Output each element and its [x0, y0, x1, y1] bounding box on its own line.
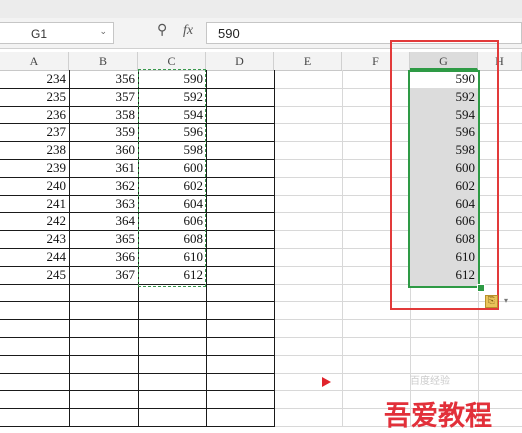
cell-b12[interactable]: 367: [69, 266, 138, 283]
hline-row-19: [0, 408, 275, 409]
cell-b10[interactable]: 365: [69, 230, 138, 247]
hline-row-16-light: [275, 355, 522, 356]
copy-marquee-c: [138, 69, 206, 287]
cell-a6[interactable]: 239: [0, 159, 69, 176]
fx-icon[interactable]: fx: [183, 23, 193, 39]
hline-row-17-light: [275, 373, 522, 374]
cell-b1[interactable]: 356: [69, 70, 138, 87]
hline-row-13: [0, 301, 275, 302]
zoom-icon[interactable]: ⚲: [157, 22, 167, 38]
paste-options-icon[interactable]: ⎘: [485, 295, 498, 308]
hline-row-14: [0, 319, 275, 320]
play-marker-icon: [322, 377, 331, 387]
column-header-e[interactable]: E: [274, 52, 342, 70]
cell-a5[interactable]: 238: [0, 141, 69, 158]
column-header-a[interactable]: A: [0, 52, 69, 70]
paste-options-arrow-icon[interactable]: ▾: [504, 296, 508, 305]
cell-a4[interactable]: 237: [0, 123, 69, 140]
cell-b7[interactable]: 362: [69, 177, 138, 194]
name-box[interactable]: G1 ⌄: [0, 22, 114, 44]
cell-a11[interactable]: 244: [0, 248, 69, 265]
column-header-d[interactable]: D: [206, 52, 274, 70]
cell-a3[interactable]: 236: [0, 106, 69, 123]
column-header-b[interactable]: B: [69, 52, 138, 70]
cell-b4[interactable]: 359: [69, 123, 138, 140]
column-header-c[interactable]: C: [138, 52, 206, 70]
cell-a2[interactable]: 235: [0, 88, 69, 105]
highlight-box: [390, 40, 499, 310]
hline-row-14-light: [275, 319, 522, 320]
fill-handle[interactable]: [477, 284, 485, 292]
cell-b11[interactable]: 366: [69, 248, 138, 265]
cell-a9[interactable]: 242: [0, 212, 69, 229]
toolbar-strip: [0, 0, 522, 18]
cell-b5[interactable]: 360: [69, 141, 138, 158]
hline-row-16: [0, 355, 275, 356]
hline-row-18: [0, 390, 275, 391]
hline-row-17: [0, 373, 275, 374]
cell-b8[interactable]: 363: [69, 195, 138, 212]
cell-b3[interactable]: 358: [69, 106, 138, 123]
watermark-faint: 百度经验: [410, 376, 450, 387]
hline-row-15: [0, 337, 275, 338]
watermark-logo: 吾爱教程: [384, 401, 492, 432]
cell-a8[interactable]: 241: [0, 195, 69, 212]
cell-a7[interactable]: 240: [0, 177, 69, 194]
cell-a12[interactable]: 245: [0, 266, 69, 283]
cell-b2[interactable]: 357: [69, 88, 138, 105]
cell-a1[interactable]: 234: [0, 70, 69, 87]
hline-row-15-light: [275, 337, 522, 338]
cell-b9[interactable]: 364: [69, 212, 138, 229]
cell-a10[interactable]: 243: [0, 230, 69, 247]
hline-row-18-light: [275, 390, 522, 391]
name-box-value: G1: [31, 27, 48, 41]
cell-b6[interactable]: 361: [69, 159, 138, 176]
chevron-down-icon[interactable]: ⌄: [99, 26, 107, 37]
